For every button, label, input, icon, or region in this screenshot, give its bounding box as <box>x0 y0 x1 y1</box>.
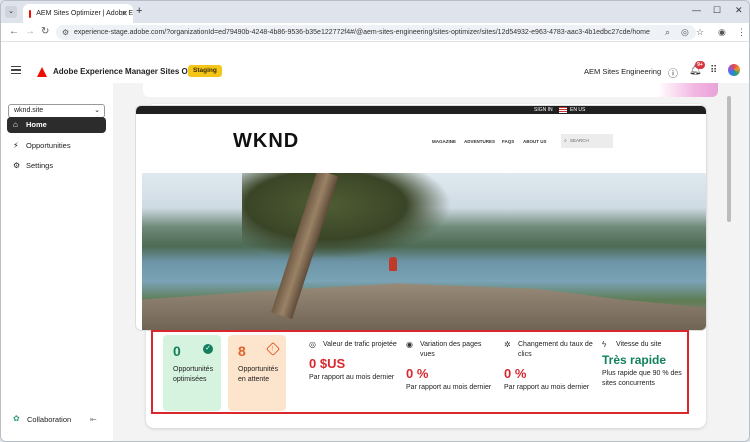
home-icon: ⌂ <box>13 120 18 129</box>
metric-value: Très rapide <box>602 353 667 367</box>
sidebar-item-settings[interactable]: ⚙ Settings <box>7 158 106 174</box>
wknd-logo: WKND <box>233 130 300 152</box>
preview-nav-item: FAQS <box>502 139 515 144</box>
browser-menu-icon[interactable]: ⋮ <box>737 27 746 38</box>
optimized-label: Opportunités optimisées <box>173 366 214 383</box>
tab-search-icon[interactable]: ⌄ <box>5 6 17 18</box>
metric-subtext: Par rapport au mois dernier <box>309 374 395 381</box>
traffic-value-metric: ◎ Valeur de trafic projetée 0 $US Par ra… <box>309 340 401 383</box>
environment-badge: Staging <box>188 65 222 77</box>
zoom-icon[interactable]: ⌕ <box>665 27 670 38</box>
sidebar-item-label: Opportunities <box>26 141 71 150</box>
bookmark-star-icon[interactable]: ☆ <box>696 27 704 38</box>
banner-card <box>143 83 718 97</box>
site-speed-metric: ϟ Vitesse du site Très rapide Plus rapid… <box>602 340 694 389</box>
apps-grid-icon[interactable]: ⠿ <box>710 65 717 76</box>
scrollbar[interactable] <box>727 96 731 222</box>
browser-window: ⌄ AEM Sites Optimizer | Adobe E ✕ + — ☐ … <box>0 0 750 442</box>
preview-search-text: SEARCH <box>570 138 589 143</box>
collaboration-link[interactable]: ✿ Collaboration <box>13 414 72 424</box>
site-info-icon[interactable]: ⚙ <box>62 25 69 40</box>
url-text: experience-stage.adobe.com/?organization… <box>74 29 650 36</box>
new-tab-button[interactable]: + <box>136 5 142 17</box>
search-icon: ⌕ <box>564 138 567 144</box>
hero-rock <box>142 283 706 330</box>
metric-value: 0 % <box>504 366 527 381</box>
metric-subtext: Plus rapide que 90 % des sites concurren… <box>602 370 682 387</box>
close-tab-icon[interactable]: ✕ <box>121 9 128 18</box>
metric-title: Vitesse du site <box>616 341 662 348</box>
metric-value: 0 % <box>406 366 429 381</box>
sidebar: wknd.site ⌄ ⌂ Home ⚡︎ Opportunities ⚙ Se… <box>1 100 113 441</box>
gear-icon: ⚙ <box>13 161 21 170</box>
close-window-icon[interactable]: ✕ <box>735 5 743 16</box>
eye-icon: ◉ <box>406 340 413 349</box>
collaboration-icon: ✿ <box>13 414 20 423</box>
address-bar-row: ← → ↻ ⚙ experience-stage.adobe.com/?orga… <box>1 23 749 42</box>
pending-opportunities-tile[interactable]: 8 ! Opportunités en attente <box>228 335 286 411</box>
forward-icon[interactable]: → <box>25 26 35 37</box>
notification-count-badge: 9+ <box>695 61 705 69</box>
opportunities-icon: ⚡︎ <box>13 141 19 150</box>
preview-language: EN US <box>570 107 586 113</box>
preview-nav-item: MAGAZINE <box>432 139 456 144</box>
metric-value: 0 $US <box>309 356 346 371</box>
metric-title: Variation des pages vues <box>420 341 482 358</box>
preview-nav-item: ADVENTURES <box>464 139 496 144</box>
site-select-value: wknd.site <box>14 107 44 114</box>
avatar[interactable] <box>728 64 740 76</box>
tab-strip: ⌄ AEM Sites Optimizer | Adobe E ✕ + — ☐ … <box>1 1 749 23</box>
url-field[interactable]: ⚙ experience-stage.adobe.com/?organizati… <box>56 25 696 40</box>
lightning-icon: ϟ <box>602 340 607 349</box>
metric-title: Changement du taux de clics <box>518 341 593 358</box>
check-circle-icon: ◎ <box>309 340 316 349</box>
pending-label: Opportunités en attente <box>238 366 279 383</box>
metric-subtext: Par rapport au mois dernier <box>504 384 590 391</box>
preview-sign-in: SIGN IN <box>534 107 553 113</box>
click-icon: ✲ <box>504 340 511 349</box>
eye-off-icon[interactable]: ◎ <box>681 27 689 38</box>
org-switcher[interactable]: AEM Sites Engineering <box>584 67 661 76</box>
profile-icon[interactable]: ◉ <box>718 27 726 38</box>
hero-person <box>389 257 397 271</box>
site-preview: SIGN IN EN US WKND MAGAZINE ADVENTURES F… <box>135 105 707 331</box>
reload-icon[interactable]: ↻ <box>41 26 49 37</box>
us-flag-icon <box>559 107 567 113</box>
sidebar-item-home[interactable]: ⌂ Home <box>7 117 106 133</box>
preview-topbar: SIGN IN EN US <box>136 106 706 114</box>
minimize-icon[interactable]: — <box>692 5 701 15</box>
back-icon[interactable]: ← <box>9 26 19 37</box>
tab-title: AEM Sites Optimizer | Adobe E <box>36 10 133 17</box>
chevron-down-icon: ⌄ <box>94 107 100 114</box>
optimized-opportunities-tile[interactable]: 0 ✓ Opportunités optimisées <box>163 335 221 411</box>
preview-nav-item: ABOUT US <box>523 139 547 144</box>
help-icon[interactable]: ⓘ <box>668 65 678 80</box>
maximize-icon[interactable]: ☐ <box>713 5 721 16</box>
pageviews-metric: ◉ Variation des pages vues 0 % Par rappo… <box>406 340 498 393</box>
checkmark-icon: ✓ <box>203 344 213 354</box>
hero-image <box>142 173 706 330</box>
sidebar-item-opportunities[interactable]: ⚡︎ Opportunities <box>7 138 106 154</box>
adobe-logo-icon <box>37 67 47 77</box>
metric-subtext: Par rapport au mois dernier <box>406 384 492 391</box>
collaboration-label: Collaboration <box>27 415 72 424</box>
metrics-panel: 0 ✓ Opportunités optimisées 8 ! Opportun… <box>151 330 689 414</box>
sidebar-item-label: Settings <box>26 161 54 170</box>
sidebar-item-label: Home <box>26 120 47 129</box>
metric-title: Valeur de trafic projetée <box>323 341 397 348</box>
collapse-sidebar-icon[interactable]: ⇤ <box>90 415 97 424</box>
hamburger-menu-icon[interactable] <box>11 66 21 74</box>
hero-tree <box>242 173 452 259</box>
ctr-metric: ✲ Changement du taux de clics 0 % Par ra… <box>504 340 596 393</box>
browser-tab[interactable]: AEM Sites Optimizer | Adobe E ✕ <box>23 4 133 23</box>
preview-search: ⌕ SEARCH <box>561 134 613 148</box>
site-select[interactable]: wknd.site ⌄ <box>8 104 105 118</box>
adobe-favicon-icon <box>29 9 32 18</box>
